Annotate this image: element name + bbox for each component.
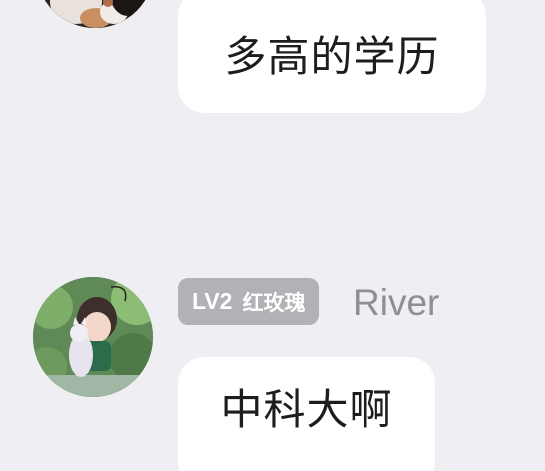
avatar[interactable] (33, 277, 153, 397)
level-label: LV2 (192, 288, 233, 314)
message-text: 中科大啊 (220, 385, 393, 434)
chat-message-list: 多高的学历 LV2 红玫瑰 River 中科大啊 (0, 0, 545, 471)
message-bubble[interactable]: 中科大啊 (178, 357, 435, 471)
user-avatar-anime-character-icon (33, 277, 153, 397)
user-avatar-dark-photo-icon (36, 0, 154, 28)
username[interactable]: River (353, 281, 439, 325)
message-text: 多高的学历 (224, 31, 440, 81)
avatar[interactable] (36, 0, 154, 28)
level-badge: LV2 红玫瑰 (178, 278, 320, 325)
message-bubble[interactable]: 多高的学历 (178, 0, 486, 113)
level-title: 红玫瑰 (242, 290, 306, 315)
